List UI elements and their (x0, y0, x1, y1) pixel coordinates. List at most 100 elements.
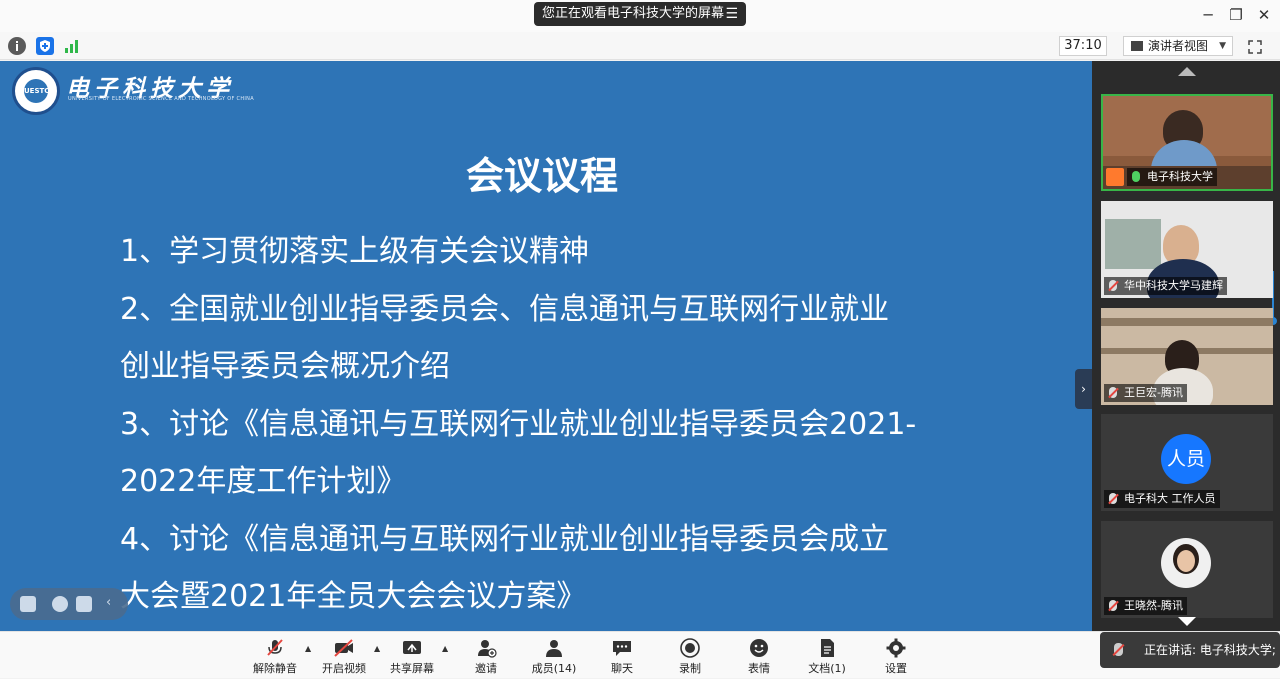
logo-badge-text: UESTC (24, 79, 49, 103)
participant-name: 电子科大 工作人员 (1124, 492, 1216, 505)
emoji-icon[interactable] (52, 596, 68, 612)
microphone-muted-icon (1109, 600, 1117, 611)
participant-name: 华中科技大学马建辉 (1124, 279, 1223, 292)
scroll-down-icon[interactable] (1178, 617, 1196, 626)
record-label: 录制 (679, 662, 701, 675)
slide-title: 会议议程 (465, 154, 618, 198)
unmute-button[interactable]: 解除静音 (250, 632, 300, 679)
reaction-button[interactable]: 表情 (739, 632, 779, 679)
documents-label: 文档(1) (808, 662, 846, 675)
members-button[interactable]: 成员(14) (528, 632, 580, 679)
microphone-muted-icon (1109, 387, 1117, 398)
chat-icon (613, 641, 631, 656)
participant-name: 王晓然-腾讯 (1124, 599, 1183, 612)
participants-video-panel: 电子科技大学 华中科技大学马建辉 王巨宏-腾讯 人员 电子科大 工作人员 王晓然… (1092, 61, 1280, 631)
title-bar: 您正在观看电子科技大学的屏幕 ☰ ─ ❐ ✕ (0, 0, 1280, 32)
speaker-view-icon (1131, 41, 1143, 51)
shelf (1101, 318, 1273, 326)
close-icon[interactable]: ✕ (1254, 6, 1274, 24)
signal-icon[interactable] (63, 37, 81, 55)
logo-english-name: UNIVERSITY OF ELECTRONIC SCIENCE AND TEC… (68, 96, 254, 102)
microphone-muted-icon (1109, 493, 1117, 504)
participant-name: 王巨宏-腾讯 (1124, 386, 1183, 399)
share-banner-text: 您正在观看电子科技大学的屏幕 (542, 6, 725, 21)
video-tile[interactable]: 王巨宏-腾讯 (1101, 308, 1273, 405)
scroll-up-icon[interactable] (1178, 67, 1196, 76)
shared-screen-slide: UESTC 电子科技大学 UNIVERSITY OF ELECTRONIC SC… (0, 61, 1092, 631)
speaking-indicator: 正在讲话: 电子科技大学; (1100, 632, 1280, 668)
maximize-icon[interactable]: ❐ (1226, 6, 1246, 24)
chevron-right-icon: › (1081, 382, 1086, 396)
reaction-label: 表情 (748, 662, 770, 675)
share-options-caret-icon[interactable]: ▲ (442, 644, 448, 653)
university-logo: UESTC (12, 67, 60, 115)
gear-icon (886, 638, 906, 658)
agenda-line: 3、讨论《信息通讯与互联网行业就业创业指导委员会2021- (120, 406, 917, 442)
chat-bubble-icon[interactable] (76, 596, 92, 612)
emoji-icon (750, 639, 768, 657)
agenda-list: 1、学习贯彻落实上级有关会议精神 2、全国就业创业指导委员会、信息通讯与互联网行… (120, 223, 980, 626)
start-video-button[interactable]: 开启视频 (318, 632, 370, 679)
participant-label: 电子科大 工作人员 (1104, 490, 1220, 508)
user-icon (1106, 168, 1124, 186)
meeting-timer: 37:10 (1059, 36, 1107, 56)
participant-name: 电子科技大学 (1147, 170, 1213, 183)
document-icon (821, 639, 834, 657)
avatar: 人员 (1161, 434, 1211, 484)
view-mode-dropdown[interactable]: 演讲者视图 ▼ (1123, 36, 1233, 56)
agenda-line: 创业指导委员会概况介绍 (120, 349, 450, 384)
microphone-muted-icon (267, 639, 283, 656)
info-icon[interactable] (8, 37, 26, 55)
panel-toggle-button[interactable]: › (1075, 369, 1092, 409)
add-user-icon (478, 640, 497, 658)
microphone-muted-icon (1114, 643, 1123, 656)
audio-options-caret-icon[interactable]: ▲ (305, 644, 311, 653)
speaking-text: 正在讲话: 电子科技大学; (1144, 643, 1276, 657)
record-button[interactable]: 录制 (670, 632, 710, 679)
chat-label: 聊天 (611, 662, 633, 675)
share-banner[interactable]: 您正在观看电子科技大学的屏幕 ☰ (534, 2, 746, 26)
settings-button[interactable]: 设置 (876, 632, 916, 679)
menu-icon[interactable]: ☰ (725, 2, 738, 26)
microphone-muted-icon (1109, 280, 1117, 291)
video-tile[interactable]: 人员 电子科大 工作人员 (1101, 414, 1273, 511)
share-screen-button[interactable]: 共享屏幕 (386, 632, 438, 679)
participant-label: 王巨宏-腾讯 (1104, 384, 1187, 402)
participant-label: 王晓然-腾讯 (1104, 597, 1187, 615)
wall-map (1105, 219, 1161, 269)
minimize-icon[interactable]: ─ (1198, 6, 1218, 24)
invite-button[interactable]: 邀请 (466, 632, 506, 679)
chevron-left-icon[interactable]: ‹ (106, 595, 111, 610)
agenda-line: 2、全国就业创业指导委员会、信息通讯与互联网行业就业 (120, 291, 890, 327)
record-icon (680, 638, 700, 658)
annotation-float-bar: ‹ (10, 588, 128, 620)
settings-label: 设置 (885, 662, 907, 675)
chat-button[interactable]: 聊天 (602, 632, 642, 679)
share-screen-icon (403, 641, 421, 654)
members-label: 成员(14) (531, 662, 577, 675)
view-mode-label: 演讲者视图 (1148, 39, 1209, 53)
video-options-caret-icon[interactable]: ▲ (374, 644, 380, 653)
agenda-line: 大会暨2021年全员大会会议方案》 (120, 579, 587, 614)
agenda-line: 4、讨论《信息通讯与互联网行业就业创业指导委员会成立 (120, 521, 890, 557)
avatar-face (1177, 550, 1195, 572)
agenda-line: 2022年度工作计划》 (120, 464, 407, 499)
shield-icon[interactable] (36, 37, 54, 55)
meeting-toolbar: 37:10 演讲者视图 ▼ (0, 32, 1280, 60)
microphone-icon (1132, 171, 1140, 182)
fullscreen-icon[interactable] (1248, 39, 1262, 54)
unmute-label: 解除静音 (253, 662, 297, 675)
video-tile[interactable]: 华中科技大学马建辉 (1101, 201, 1273, 298)
video-tile[interactable]: 电子科技大学 (1101, 94, 1273, 191)
start-video-label: 开启视频 (322, 662, 366, 675)
agenda-line: 1、学习贯彻落实上级有关会议精神 (120, 234, 590, 269)
layout-icon[interactable] (20, 596, 36, 612)
members-icon (546, 640, 562, 657)
participant-label: 华中科技大学马建辉 (1104, 277, 1227, 295)
video-tile[interactable]: 王晓然-腾讯 (1101, 521, 1273, 618)
documents-button[interactable]: 文档(1) (804, 632, 850, 679)
avatar (1161, 538, 1211, 588)
camera-off-icon (334, 639, 353, 657)
invite-label: 邀请 (475, 662, 497, 675)
participant-label: 电子科技大学 (1127, 168, 1217, 186)
